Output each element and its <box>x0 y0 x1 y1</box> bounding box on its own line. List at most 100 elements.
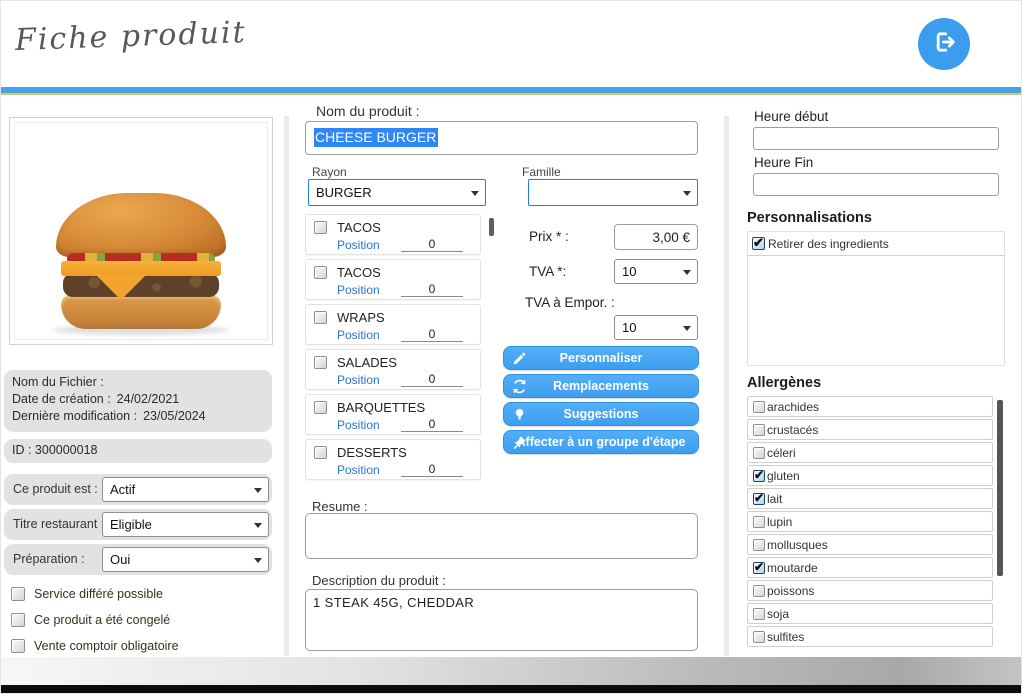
personnalisations-panel: Retirer des ingredients <box>747 231 1005 366</box>
vente-comptoir-checkbox-row: Vente comptoir obligatoire <box>11 639 179 653</box>
position-value[interactable]: 0 <box>401 237 463 252</box>
affecter-groupe-etape-button[interactable]: Affecter à un groupe d'étape <box>503 430 699 454</box>
allergene-item[interactable]: crustacés <box>747 419 993 440</box>
product-image <box>14 122 268 340</box>
chevron-down-icon <box>683 191 691 196</box>
famille-select[interactable] <box>528 179 698 206</box>
category-item: WRAPS Position 0 <box>305 304 481 345</box>
allergene-checkbox[interactable] <box>753 470 765 482</box>
produit-congele-checkbox-row: Ce produit a été congelé <box>11 613 170 627</box>
allergene-item[interactable]: lait <box>747 488 993 509</box>
allergene-checkbox[interactable] <box>753 631 765 643</box>
produit-congele-checkbox[interactable] <box>11 613 25 627</box>
allergene-checkbox[interactable] <box>753 562 765 574</box>
category-checkbox[interactable] <box>314 311 327 324</box>
allergenes-list: arachides crustacés célerigluten lait lupin m… <box>747 396 1005 654</box>
category-item: BARQUETTES Position 0 <box>305 394 481 435</box>
allergene-checkbox[interactable] <box>753 539 765 551</box>
position-label: Position <box>337 418 380 432</box>
allergene-item[interactable]: céleri <box>747 442 993 463</box>
allergene-label: lait <box>767 492 782 506</box>
product-id-panel: ID : 300000018 <box>4 439 272 463</box>
category-checkbox[interactable] <box>314 446 327 459</box>
header-accent-line <box>1 93 1022 95</box>
position-value[interactable]: 0 <box>401 282 463 297</box>
allergene-item[interactable]: arachides <box>747 396 993 417</box>
allergene-item[interactable]: soja <box>747 603 993 624</box>
chevron-down-icon <box>471 191 479 196</box>
category-checkbox[interactable] <box>314 401 327 414</box>
heure-fin-input[interactable] <box>753 173 999 196</box>
allergene-item[interactable]: moutarde <box>747 557 993 578</box>
creation-date-row: Date de création :24/02/2021 <box>12 391 264 408</box>
preparation-label: Préparation : <box>13 552 85 566</box>
allergene-label: crustacés <box>767 423 818 437</box>
heure-debut-label: Heure début <box>754 109 828 124</box>
category-name: BARQUETTES <box>337 400 425 415</box>
allergene-label: poissons <box>767 584 814 598</box>
tva-emporter-select[interactable]: 10 <box>614 315 698 340</box>
allergene-label: soja <box>767 607 789 621</box>
logout-button[interactable] <box>918 18 970 70</box>
allergene-item[interactable]: gluten <box>747 465 993 486</box>
rayon-select[interactable]: BURGER <box>308 179 486 206</box>
allergene-item[interactable]: sulfites <box>747 626 993 647</box>
preparation-select[interactable]: Oui <box>102 547 269 572</box>
prix-input[interactable] <box>614 224 698 250</box>
category-list-scrollbar[interactable] <box>489 218 494 236</box>
tva-emporter-label: TVA à Empor. : <box>525 295 615 310</box>
allergene-checkbox[interactable] <box>753 447 765 459</box>
allergenes-scrollbar[interactable] <box>997 400 1003 576</box>
allergene-checkbox[interactable] <box>753 608 765 620</box>
category-checkbox[interactable] <box>314 266 327 279</box>
modified-date-value: 23/05/2024 <box>143 409 206 423</box>
famille-label: Famille <box>522 165 561 179</box>
pencil-icon <box>512 351 527 366</box>
tva-label: TVA *: <box>529 264 566 279</box>
position-value[interactable]: 0 <box>401 462 463 477</box>
position-value[interactable]: 0 <box>401 327 463 342</box>
position-label: Position <box>337 373 380 387</box>
product-status-select[interactable]: Actif <box>102 477 269 502</box>
position-label: Position <box>337 328 380 342</box>
titre-restaurant-select[interactable]: Eligible <box>102 512 269 537</box>
vente-comptoir-checkbox[interactable] <box>11 639 25 653</box>
category-checkbox[interactable] <box>314 221 327 234</box>
personnaliser-button[interactable]: Personnaliser <box>503 346 699 370</box>
bottom-black-bar <box>1 685 1022 694</box>
service-differe-checkbox-row: Service différé possible <box>11 587 163 601</box>
allergene-checkbox[interactable] <box>753 493 765 505</box>
resume-textarea[interactable] <box>305 513 698 559</box>
allergene-checkbox[interactable] <box>753 585 765 597</box>
allergene-label: sulfites <box>767 630 804 644</box>
personnalisation-item[interactable]: Retirer des ingredients <box>748 232 1004 256</box>
personnalisation-checkbox[interactable] <box>752 237 765 250</box>
product-name-input[interactable]: CHEESE BURGER <box>305 121 698 155</box>
allergene-checkbox[interactable] <box>753 516 765 528</box>
description-textarea[interactable]: 1 STEAK 45G, CHEDDAR <box>305 589 698 651</box>
logout-icon <box>930 28 958 61</box>
heure-debut-input[interactable] <box>753 127 999 150</box>
allergene-item[interactable]: mollusques <box>747 534 993 555</box>
category-item: TACOSPosition0 <box>305 214 481 255</box>
chevron-down-icon <box>683 326 691 331</box>
allergene-item[interactable]: lupin <box>747 511 993 532</box>
position-value[interactable]: 0 <box>401 417 463 432</box>
allergene-checkbox[interactable] <box>753 401 765 413</box>
allergene-item[interactable]: poissons <box>747 580 993 601</box>
service-differe-checkbox[interactable] <box>11 587 25 601</box>
position-value[interactable]: 0 <box>401 372 463 387</box>
allergene-checkbox[interactable] <box>753 424 765 436</box>
suggestions-button[interactable]: Suggestions <box>503 402 699 426</box>
allergene-label: mollusques <box>767 538 828 552</box>
titre-restaurant-label: Titre restaurant : <box>13 517 104 531</box>
category-name: WRAPS <box>337 310 385 325</box>
page-title: Fiche produit <box>14 15 247 58</box>
heure-fin-label: Heure Fin <box>754 155 813 170</box>
category-checkbox[interactable] <box>314 356 327 369</box>
product-status-row: Ce produit est : Actif <box>4 474 272 505</box>
personnalisations-title: Personnalisations <box>747 210 872 226</box>
remplacements-button[interactable]: Remplacements <box>503 374 699 398</box>
selected-text: CHEESE BURGER <box>314 128 438 147</box>
tva-select[interactable]: 10 <box>614 259 698 284</box>
